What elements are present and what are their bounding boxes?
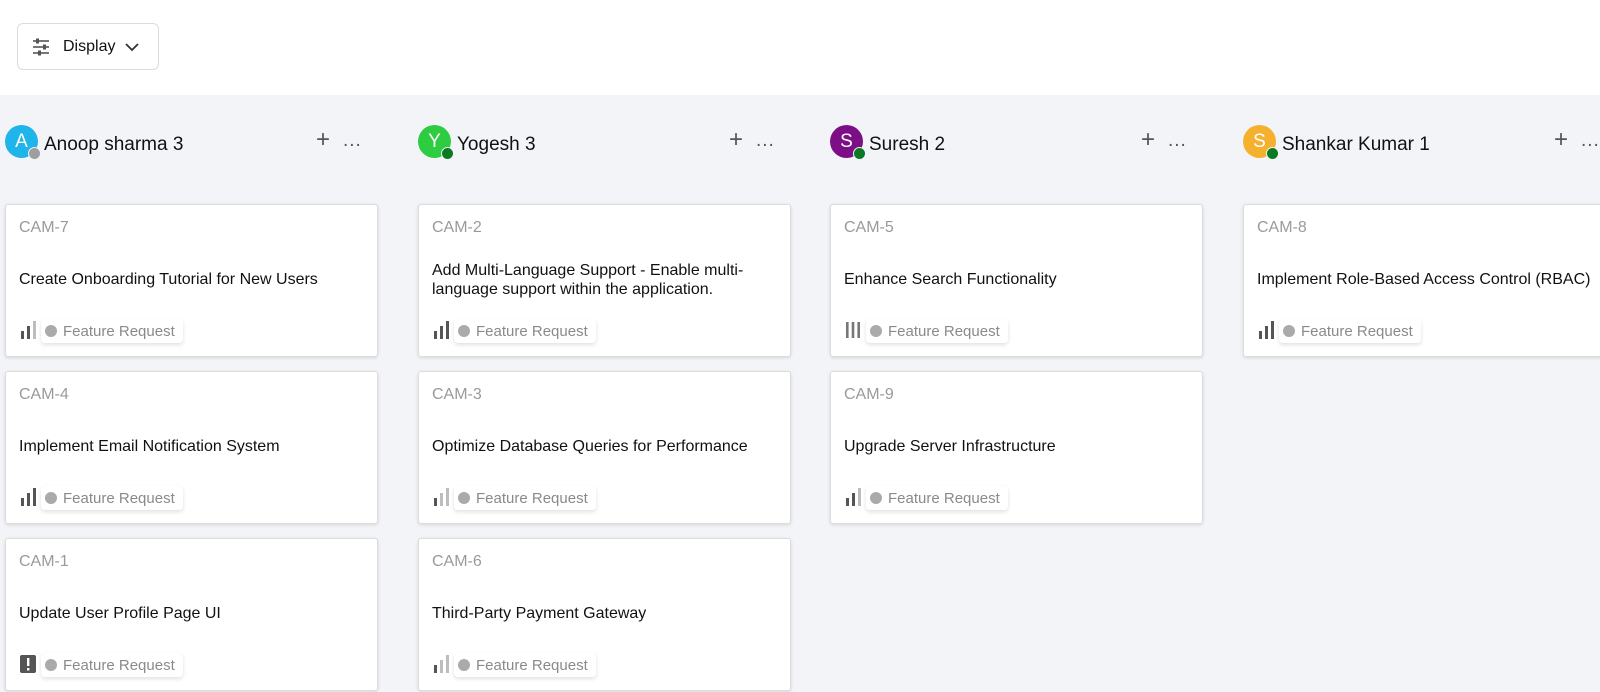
issue-title: Optimize Database Queries for Performanc… <box>432 438 748 455</box>
issue-id: CAM-3 <box>432 386 482 403</box>
issue-title: Implement Role-Based Access Control (RBA… <box>1257 271 1591 288</box>
issue-card[interactable]: CAM-3 Optimize Database Queries for Perf… <box>418 371 791 524</box>
high-priority-icon[interactable] <box>1256 320 1276 340</box>
label-dot-icon <box>458 325 470 337</box>
label-tag[interactable]: Feature Request <box>866 486 1008 510</box>
label-dot-icon <box>458 659 470 671</box>
label-dot-icon <box>1283 325 1295 337</box>
issue-title: Create Onboarding Tutorial for New Users <box>19 271 318 288</box>
label-text: Feature Request <box>63 322 175 340</box>
issue-card[interactable]: CAM-8 Implement Role-Based Access Contro… <box>1243 204 1600 357</box>
label-tag[interactable]: Feature Request <box>41 486 183 510</box>
display-button[interactable]: Display <box>17 23 159 70</box>
avatar-initial: S <box>840 130 853 152</box>
status-indicator <box>28 147 41 160</box>
label-text: Feature Request <box>476 656 588 674</box>
high-priority-icon[interactable] <box>431 320 451 340</box>
chevron-down-icon <box>125 42 140 51</box>
column-more-button[interactable]: ... <box>1581 131 1600 151</box>
column-title: Shankar Kumar 1 <box>1282 134 1430 155</box>
issue-card[interactable]: CAM-4 Implement Email Notification Syste… <box>5 371 378 524</box>
label-tag[interactable]: Feature Request <box>454 486 596 510</box>
low-priority-icon[interactable] <box>431 654 451 674</box>
label-tag[interactable]: Feature Request <box>41 319 183 343</box>
label-text: Feature Request <box>476 489 588 507</box>
high-priority-icon[interactable] <box>18 487 38 507</box>
issue-title: Update User Profile Page UI <box>19 605 221 622</box>
avatar[interactable]: Y <box>418 125 454 160</box>
issue-id: CAM-9 <box>844 386 894 403</box>
issue-card[interactable]: CAM-9 Upgrade Server Infrastructure Feat… <box>830 371 1203 524</box>
column-header: S Suresh 2 + ... <box>825 125 1198 165</box>
low-priority-icon[interactable] <box>431 487 451 507</box>
label-dot-icon <box>45 492 57 504</box>
label-dot-icon <box>45 659 57 671</box>
label-tag[interactable]: Feature Request <box>1279 319 1421 343</box>
label-dot-icon <box>870 325 882 337</box>
issue-id: CAM-7 <box>19 219 69 236</box>
display-button-label: Display <box>63 37 116 55</box>
issue-card[interactable]: CAM-7 Create Onboarding Tutorial for New… <box>5 204 378 357</box>
issue-title: Implement Email Notification System <box>19 438 280 455</box>
label-text: Feature Request <box>888 322 1000 340</box>
label-tag[interactable]: Feature Request <box>41 653 183 677</box>
label-text: Feature Request <box>476 322 588 340</box>
avatar-initial: S <box>1253 130 1266 152</box>
issue-id: CAM-2 <box>432 219 482 236</box>
column-title: Anoop sharma 3 <box>44 134 184 155</box>
medium-priority-icon[interactable] <box>18 320 38 340</box>
urgent-priority-icon[interactable] <box>18 654 38 674</box>
label-tag[interactable]: Feature Request <box>454 653 596 677</box>
label-text: Feature Request <box>888 489 1000 507</box>
issue-title: Enhance Search Functionality <box>844 271 1057 288</box>
avatar[interactable]: S <box>1243 125 1279 160</box>
column-more-button[interactable]: ... <box>1168 131 1187 151</box>
status-indicator <box>441 147 454 160</box>
no-priority-icon[interactable] <box>843 320 863 340</box>
column-more-button[interactable]: ... <box>756 131 775 151</box>
sliders-icon <box>33 38 49 55</box>
label-dot-icon <box>870 492 882 504</box>
issue-id: CAM-4 <box>19 386 69 403</box>
issue-card[interactable]: CAM-6 Third-Party Payment Gateway Featur… <box>418 538 791 691</box>
issue-title: Third-Party Payment Gateway <box>432 605 647 622</box>
label-text: Feature Request <box>63 489 175 507</box>
issue-id: CAM-6 <box>432 553 482 570</box>
column-title: Suresh 2 <box>869 134 946 155</box>
medium-priority-icon[interactable] <box>843 487 863 507</box>
column-header: S Shankar Kumar 1 + ... <box>1238 125 1600 165</box>
column-header: Y Yogesh 3 + ... <box>413 125 786 165</box>
label-text: Feature Request <box>63 656 175 674</box>
issue-card[interactable]: CAM-5 Enhance Search Functionality Featu… <box>830 204 1203 357</box>
status-indicator <box>1266 147 1279 160</box>
column-header: A Anoop sharma 3 + ... <box>0 125 373 165</box>
avatar[interactable]: A <box>5 125 41 160</box>
label-text: Feature Request <box>1301 322 1413 340</box>
issue-title: Upgrade Server Infrastructure <box>844 438 1056 455</box>
status-indicator <box>853 147 866 160</box>
label-tag[interactable]: Feature Request <box>454 319 596 343</box>
column-more-button[interactable]: ... <box>343 131 362 151</box>
label-dot-icon <box>45 325 57 337</box>
issue-id: CAM-5 <box>844 219 894 236</box>
kanban-board: A Anoop sharma 3 + ... CAM-7 Create Onbo… <box>0 95 1600 692</box>
avatar-initial: Y <box>428 130 441 152</box>
issue-card[interactable]: CAM-2 Add Multi-Language Support - Enabl… <box>418 204 791 357</box>
column-title: Yogesh 3 <box>457 134 536 155</box>
label-tag[interactable]: Feature Request <box>866 319 1008 343</box>
add-card-button[interactable]: + <box>729 128 743 152</box>
avatar[interactable]: S <box>830 125 866 160</box>
avatar-initial: A <box>15 130 28 152</box>
label-dot-icon <box>458 492 470 504</box>
add-card-button[interactable]: + <box>1554 128 1568 152</box>
issue-id: CAM-1 <box>19 553 69 570</box>
issue-id: CAM-8 <box>1257 219 1307 236</box>
issue-card[interactable]: CAM-1 Update User Profile Page UI Featur… <box>5 538 378 691</box>
issue-title: Add Multi-Language Support - Enable mult… <box>432 262 744 298</box>
add-card-button[interactable]: + <box>316 128 330 152</box>
toolbar: Display <box>0 0 1600 95</box>
add-card-button[interactable]: + <box>1141 128 1155 152</box>
